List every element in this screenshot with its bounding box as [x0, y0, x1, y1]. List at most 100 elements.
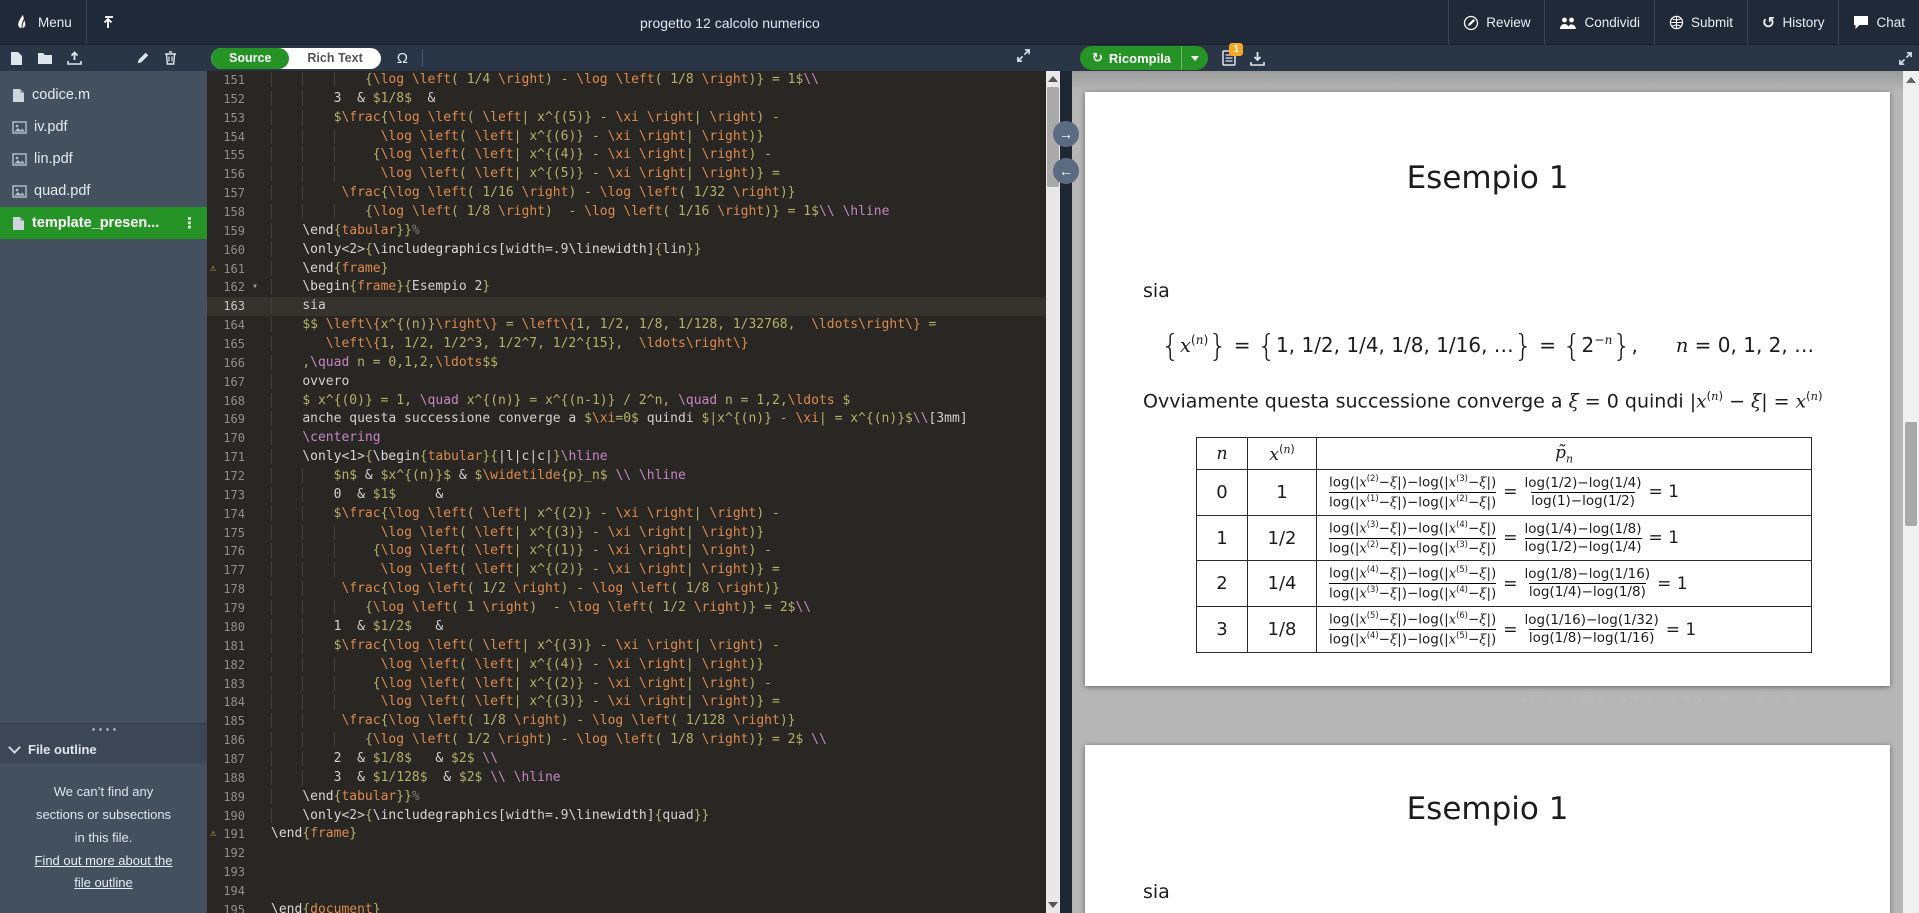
line-number-gutter: 193	[223, 865, 245, 880]
header-action-condividi[interactable]: Condividi	[1545, 0, 1654, 45]
code-line[interactable]: 155 {\log \left( \left| x^{(4)} - \xi \r…	[207, 146, 1046, 165]
line-number-gutter: 173	[223, 487, 245, 502]
recompile-dropdown[interactable]	[1181, 46, 1208, 70]
line-number-gutter: 156	[223, 167, 245, 182]
code-line[interactable]: 152 3 & $1/8$ &	[207, 90, 1046, 109]
recompile-button[interactable]: ↻ Ricompila	[1080, 46, 1209, 70]
new-folder-button[interactable]	[37, 52, 53, 65]
code-line[interactable]: 195 \end{document}	[207, 901, 1046, 913]
symbol-palette-button[interactable]: Ω	[397, 50, 408, 67]
code-line[interactable]: 186 {\log \left( 1/2 \right) - \log \lef…	[207, 731, 1046, 750]
code-line[interactable]: 179 {\log \left( 1 \right) - \log \left(…	[207, 599, 1046, 618]
header-action-history[interactable]: ↻ History	[1748, 0, 1838, 45]
line-number-gutter: 179	[223, 601, 245, 616]
line-number-gutter: 152	[223, 91, 245, 106]
code-line[interactable]: 174 $\frac{\log \left( \left| x^{(2)} - …	[207, 505, 1046, 524]
code-line[interactable]: 175 \log \left( \left| x^{(3)} - \xi \ri…	[207, 524, 1046, 543]
code-line[interactable]: 156 \log \left( \left| x^{(5)} - \xi \ri…	[207, 165, 1046, 184]
scroll-up-icon[interactable]	[1048, 76, 1058, 82]
code-line[interactable]: 189 \end{tabular}}%	[207, 788, 1046, 807]
code-line[interactable]: 160 \only<2>{\includegraphics[width=.9\l…	[207, 241, 1046, 260]
code-line[interactable]: 178 \frac{\log \left( 1/2 \right) - \log…	[207, 580, 1046, 599]
code-line[interactable]: 190 \only<2>{\includegraphics[width=.9\l…	[207, 807, 1046, 826]
line-number-gutter: 172	[223, 469, 245, 484]
upload-file-button[interactable]	[67, 51, 82, 65]
scroll-down-icon[interactable]	[1048, 902, 1058, 908]
code-line[interactable]: 192	[207, 844, 1046, 863]
editor-fullscreen-icon[interactable]	[1016, 48, 1031, 63]
outline-resize-handle[interactable]	[0, 723, 207, 736]
file-item-template-presen-[interactable]: template_presen... ⋮	[0, 207, 207, 239]
file-outline-header[interactable]: File outline	[0, 735, 207, 764]
code-line[interactable]: 181 $\frac{\log \left( \left| x^{(3)} - …	[207, 637, 1046, 656]
file-item-iv-pdf[interactable]: iv.pdf	[0, 111, 207, 143]
code-line[interactable]: 154 \log \left( \left| x^{(6)} - \xi \ri…	[207, 128, 1046, 147]
code-line[interactable]: 180 1 & $1/2$ &	[207, 618, 1046, 637]
editor-scrollbar[interactable]	[1046, 71, 1060, 913]
main-area: codice.m iv.pdf lin.pdf quad.pdf template_pr…	[0, 71, 1919, 913]
header-action-review[interactable]: Review	[1449, 0, 1544, 45]
code-line[interactable]: 164 $$ \left\{x^{(n)}\right\} = \left\{1…	[207, 316, 1046, 335]
code-line[interactable]: 171 \only<1>{\begin{tabular}{|l|c|c|}\hl…	[207, 448, 1046, 467]
pdf-scrollbar-thumb[interactable]	[1905, 422, 1917, 526]
code-line[interactable]: 157 \frac{\log \left( 1/16 \right) - \lo…	[207, 184, 1046, 203]
code-line[interactable]: 170 \centering	[207, 429, 1046, 448]
code-line[interactable]: 169 anche questa successione converge a …	[207, 410, 1046, 429]
code-line[interactable]: 173 0 & $1$ &	[207, 486, 1046, 505]
logs-button[interactable]: 1	[1222, 43, 1244, 66]
code-line[interactable]: 177 \log \left( \left| x^{(2)} - \xi \ri…	[207, 561, 1046, 580]
code-line[interactable]: 176 {\log \left( \left| x^{(1)} - \xi \r…	[207, 542, 1046, 561]
sync-to-pdf-button[interactable]: →	[1053, 121, 1079, 147]
menu-button[interactable]: Menu	[0, 0, 86, 44]
code-line[interactable]: ⚠ 191 \end{frame}	[207, 825, 1046, 844]
pdf-fullscreen-icon[interactable]	[1898, 51, 1913, 66]
code-line[interactable]: 193	[207, 863, 1046, 882]
download-pdf-button[interactable]	[1250, 51, 1265, 66]
delete-trash-button[interactable]	[164, 51, 177, 65]
sync-to-code-button[interactable]: ←	[1053, 158, 1079, 184]
code-editor[interactable]: 151 {\log \left( 1/4 \right) - \log \lef…	[207, 71, 1046, 913]
overleaf-logo-icon	[14, 14, 31, 31]
code-line[interactable]: 153 $\frac{\log \left( \left| x^{(5)} - …	[207, 109, 1046, 128]
code-line[interactable]: 159 \end{tabular}}%	[207, 222, 1046, 241]
file-name: lin.pdf	[34, 151, 73, 167]
pdf-scroll-up-icon[interactable]	[1906, 77, 1916, 83]
source-mode-tab[interactable]: Source	[211, 47, 290, 69]
upload-project-button[interactable]	[87, 0, 129, 44]
code-line[interactable]: 188 3 & $1/128$ & $2$ \\ \hline	[207, 769, 1046, 788]
rename-pencil-button[interactable]	[136, 51, 150, 65]
code-line[interactable]: ⚠ 161 \end{frame}	[207, 260, 1046, 279]
editor-pdf-divider[interactable]: → ←	[1053, 71, 1079, 913]
header-action-chat[interactable]: Chat	[1839, 0, 1919, 45]
code-line[interactable]: 162 ▾ \begin{frame}{Esempio 2}	[207, 278, 1046, 297]
kebab-menu-icon[interactable]: ⋮	[182, 214, 197, 232]
pdf-scrollbar[interactable]	[1903, 71, 1919, 913]
code-line[interactable]: 183 {\log \left( \left| x^{(2)} - \xi \r…	[207, 675, 1046, 694]
fold-caret-icon[interactable]: ▾	[252, 278, 258, 297]
header-action-submit[interactable]: Submit	[1655, 0, 1747, 45]
code-line[interactable]: 168 $ x^{(0)} = 1, \quad x^{(n)} = x^{(n…	[207, 392, 1046, 411]
rich-text-mode-tab[interactable]: Rich Text	[289, 48, 380, 69]
code-line[interactable]: 185 \frac{\log \left( 1/8 \right) - \log…	[207, 712, 1046, 731]
pdf-preview-pane[interactable]: Esempio 1 sia {x(n)} = {1, 1/2, 1/4, 1/8…	[1072, 71, 1919, 913]
code-line[interactable]: 182 \log \left( \left| x^{(4)} - \xi \ri…	[207, 656, 1046, 675]
line-number-gutter: 171	[223, 450, 245, 465]
code-line[interactable]: 187 2 & $1/8$ & $2$ \\	[207, 750, 1046, 769]
code-line[interactable]: 158 {\log \left( 1/8 \right) - \log \lef…	[207, 203, 1046, 222]
line-number-gutter: 164	[223, 318, 245, 333]
file-item-quad-pdf[interactable]: quad.pdf	[0, 175, 207, 207]
code-line[interactable]: 167 ovvero	[207, 373, 1046, 392]
code-line[interactable]: 163 sia	[207, 297, 1046, 317]
code-line[interactable]: 151 {\log \left( 1/4 \right) - \log \lef…	[207, 71, 1046, 90]
code-line[interactable]: 166 ,\quad n = 0,1,2,\ldots$$	[207, 354, 1046, 373]
slide-title: Esempio 1	[1406, 160, 1569, 196]
code-line[interactable]: 172 $n$ & $x^{(n)}$ & $\widetilde{p}_n$ …	[207, 467, 1046, 486]
new-file-button[interactable]	[10, 51, 23, 66]
code-line[interactable]: 184 \log \left( \left| x^{(3)} - \xi \ri…	[207, 693, 1046, 712]
code-line[interactable]: 165 \left\{1, 1/2, 1/2^3, 1/2^7, 1/2^{15…	[207, 335, 1046, 354]
file-item-lin-pdf[interactable]: lin.pdf	[0, 143, 207, 175]
beamer-nav-symbols[interactable]: ◂ □ ▸ ◂ ▣ ▸ ◂ ≡ ▸ ◂ ≡ ▸ ≡ ↺ ○ ↻	[1519, 692, 1797, 706]
file-outline-link[interactable]: Find out more about the file outline	[34, 853, 172, 891]
file-item-codice-m[interactable]: codice.m	[0, 79, 207, 111]
code-line[interactable]: 194	[207, 882, 1046, 901]
